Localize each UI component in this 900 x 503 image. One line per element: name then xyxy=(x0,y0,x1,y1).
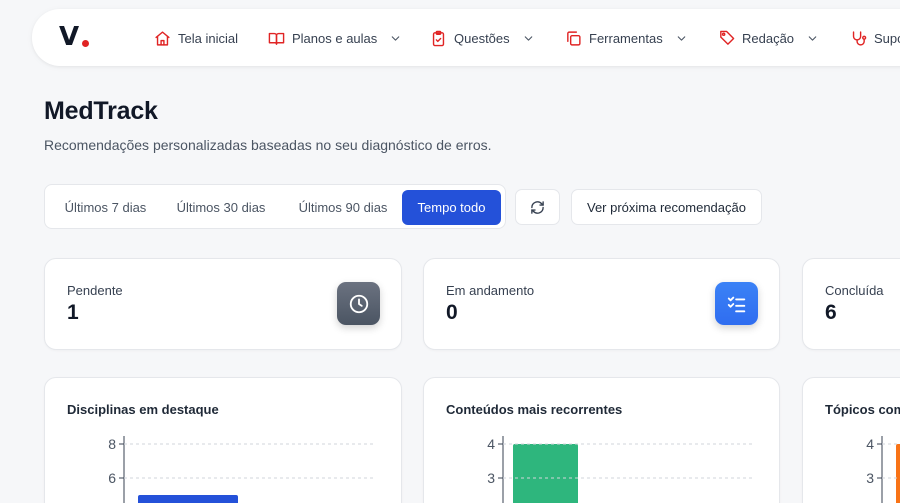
book-open-icon xyxy=(268,32,285,45)
stat-label: Em andamento xyxy=(446,283,535,298)
nav-item-label: Planos e aulas xyxy=(292,30,378,46)
page-title: MedTrack xyxy=(44,97,158,125)
period-filter: Últimos 7 dias Últimos 30 dias Últimos 9… xyxy=(44,184,506,229)
stat-label: Pendente xyxy=(67,283,123,298)
chevron-down-icon xyxy=(808,35,817,41)
nav-item-label: Questões xyxy=(454,30,510,46)
bar xyxy=(896,444,900,503)
clock-icon xyxy=(337,282,380,325)
bar-chart: 86 xyxy=(108,436,375,503)
stat-value: 1 xyxy=(67,301,79,324)
copy-icon xyxy=(567,30,581,46)
nav-item-home[interactable]: Tela inicial xyxy=(154,28,238,48)
chart-card-conteudos: Conteúdos mais recorrentes 43 xyxy=(423,377,780,503)
period-90-days-button[interactable]: Últimos 90 dias xyxy=(285,190,401,225)
chart-card-topicos: Tópicos com 43 xyxy=(802,377,900,503)
logo[interactable]: V xyxy=(59,23,79,51)
y-tick-label: 4 xyxy=(487,436,495,452)
period-all-time-button[interactable]: Tempo todo xyxy=(402,190,501,225)
stat-card-in-progress: Em andamento 0 xyxy=(423,258,780,350)
next-recommendation-button[interactable]: Ver próxima recomendação xyxy=(571,189,762,225)
nav-item-redacao[interactable]: Redação xyxy=(718,28,819,48)
page-subtitle: Recomendações personalizadas baseadas no… xyxy=(44,137,492,153)
nav-item-label: Supo xyxy=(874,30,900,46)
bar-chart: 43 xyxy=(487,436,754,503)
bar xyxy=(513,444,578,503)
nav-item-label: Ferramentas xyxy=(589,30,663,46)
logo-dot xyxy=(82,40,89,47)
nav-item-ferramentas[interactable]: Ferramentas xyxy=(565,28,688,48)
stat-value: 6 xyxy=(825,301,837,324)
y-tick-label: 4 xyxy=(866,436,874,452)
period-7-days-button[interactable]: Últimos 7 dias xyxy=(52,190,159,225)
nav-item-label: Tela inicial xyxy=(178,30,238,46)
stat-value: 0 xyxy=(446,301,458,324)
bar xyxy=(138,495,238,503)
chart-card-disciplinas: Disciplinas em destaque 86 xyxy=(44,377,402,503)
y-tick-label: 3 xyxy=(487,470,495,486)
stat-card-pending: Pendente 1 xyxy=(44,258,402,350)
nav-item-suporte[interactable]: Supo xyxy=(850,28,900,48)
clipboard-check-icon xyxy=(432,30,445,46)
nav-item-planos[interactable]: Planos e aulas xyxy=(268,28,402,48)
stat-card-completed: Concluída 6 xyxy=(802,258,900,350)
bar-chart: 43 xyxy=(866,436,900,503)
chevron-down-icon xyxy=(677,35,685,41)
period-30-days-button[interactable]: Últimos 30 dias xyxy=(163,190,279,225)
stethoscope-icon xyxy=(852,30,867,46)
y-tick-label: 8 xyxy=(108,436,116,452)
refresh-icon xyxy=(531,200,544,214)
home-icon xyxy=(155,30,170,46)
nav-item-questoes[interactable]: Questões xyxy=(430,28,535,48)
pen-tag-icon xyxy=(720,30,735,45)
refresh-button[interactable] xyxy=(515,189,560,225)
y-tick-label: 6 xyxy=(108,470,116,486)
stat-label: Concluída xyxy=(825,283,884,298)
chevron-down-icon xyxy=(524,35,532,41)
y-tick-label: 3 xyxy=(866,470,874,486)
checklist-icon xyxy=(715,282,758,325)
chevron-down-icon xyxy=(391,35,400,41)
nav-item-label: Redação xyxy=(742,30,795,46)
top-navbar: V Tela inicial Planos e aulas Questões F… xyxy=(32,9,900,66)
